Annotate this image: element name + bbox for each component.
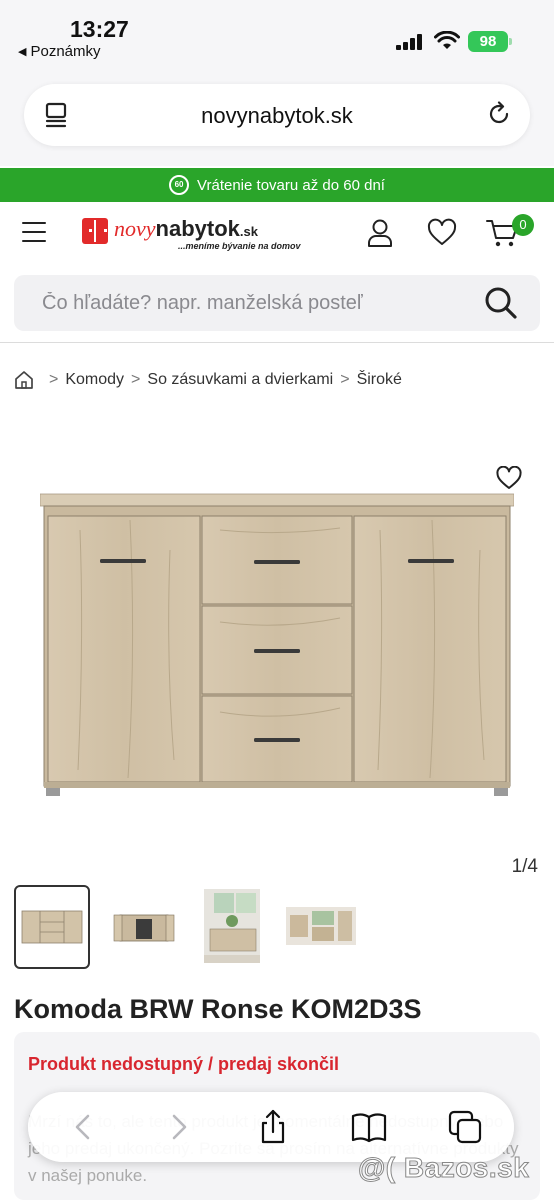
search-icon[interactable]	[484, 286, 518, 320]
breadcrumb-item-komody[interactable]: Komody	[65, 371, 124, 389]
gallery-thumbnail-4[interactable]	[284, 885, 360, 969]
logo-text-novy: novy	[114, 216, 156, 241]
gallery-thumbnail-2[interactable]	[106, 885, 182, 969]
thumbnail-image	[21, 910, 83, 944]
logo-mark-icon	[82, 218, 108, 244]
bookmarks-book-icon[interactable]	[350, 1108, 388, 1146]
thumbnail-image	[204, 889, 260, 963]
breadcrumb-item-so-zasuvkami[interactable]: So zásuvkami a dvierkami	[147, 371, 333, 389]
menu-icon[interactable]	[22, 222, 46, 244]
breadcrumb-item-siroke[interactable]: Široké	[357, 371, 402, 389]
site-header: novynabytok.sk ...meníme bývanie na domo…	[0, 202, 554, 268]
logo-text-nabytok: nabytok	[155, 216, 240, 241]
breadcrumb-separator: >	[340, 371, 350, 388]
search-input[interactable]	[14, 275, 474, 331]
gallery-thumbnail-1[interactable]	[14, 885, 90, 969]
breadcrumb: > Komody > So zásuvkami a dvierkami > Ši…	[14, 370, 402, 390]
product-main-image[interactable]	[40, 490, 514, 800]
status-bar: 13:27 ◀ Poznámky 98	[0, 0, 554, 70]
cellular-signal-icon	[396, 34, 422, 50]
back-triangle-icon: ◀	[18, 46, 27, 58]
cart-count-badge: 0	[512, 214, 534, 236]
tabs-icon[interactable]	[446, 1108, 484, 1146]
status-time: 13:27	[70, 16, 129, 42]
return-60-badge-icon: 60	[169, 175, 190, 195]
header-divider	[0, 342, 554, 343]
promo-banner[interactable]: 60 Vrátenie tovaru až do 60 dní	[0, 168, 554, 202]
thumbnail-image	[286, 907, 356, 945]
favorite-heart-icon[interactable]	[496, 466, 522, 490]
logo-tagline: ...meníme bývanie na domov	[178, 241, 301, 251]
wifi-icon	[434, 31, 460, 49]
forward-chevron-icon[interactable]	[160, 1108, 198, 1146]
breadcrumb-separator: >	[131, 371, 141, 388]
availability-status: Produkt nedostupný / predaj skončil	[28, 1054, 340, 1074]
gallery-counter: 1/4	[511, 856, 538, 877]
back-chevron-icon[interactable]	[64, 1108, 102, 1146]
back-to-app-link[interactable]: ◀ Poznámky	[18, 43, 101, 60]
address-bar[interactable]: novynabytok.sk	[24, 84, 530, 146]
thumbnail-image	[113, 914, 175, 942]
home-icon[interactable]	[14, 370, 34, 390]
share-icon[interactable]	[254, 1108, 292, 1146]
search-box	[14, 275, 540, 331]
battery-indicator: 98	[468, 31, 512, 52]
logo-text-tld: .sk	[239, 224, 258, 239]
url-text[interactable]: novynabytok.sk	[24, 103, 530, 129]
gallery-thumbnail-3[interactable]	[196, 885, 272, 969]
watermark-text: @( Bazos.sk	[357, 1152, 530, 1184]
product-title: Komoda BRW Ronse KOM2D3S	[14, 994, 422, 1024]
back-app-label: Poznámky	[30, 43, 101, 60]
wishlist-heart-icon[interactable]	[427, 218, 457, 248]
promo-text: Vrátenie tovaru až do 60 dní	[197, 176, 385, 194]
breadcrumb-separator: >	[49, 371, 59, 388]
browser-address-area: novynabytok.sk	[0, 70, 554, 166]
user-account-icon[interactable]	[365, 218, 395, 248]
site-logo[interactable]: novynabytok.sk ...meníme bývanie na domo…	[82, 218, 301, 251]
reload-icon[interactable]	[486, 101, 512, 127]
